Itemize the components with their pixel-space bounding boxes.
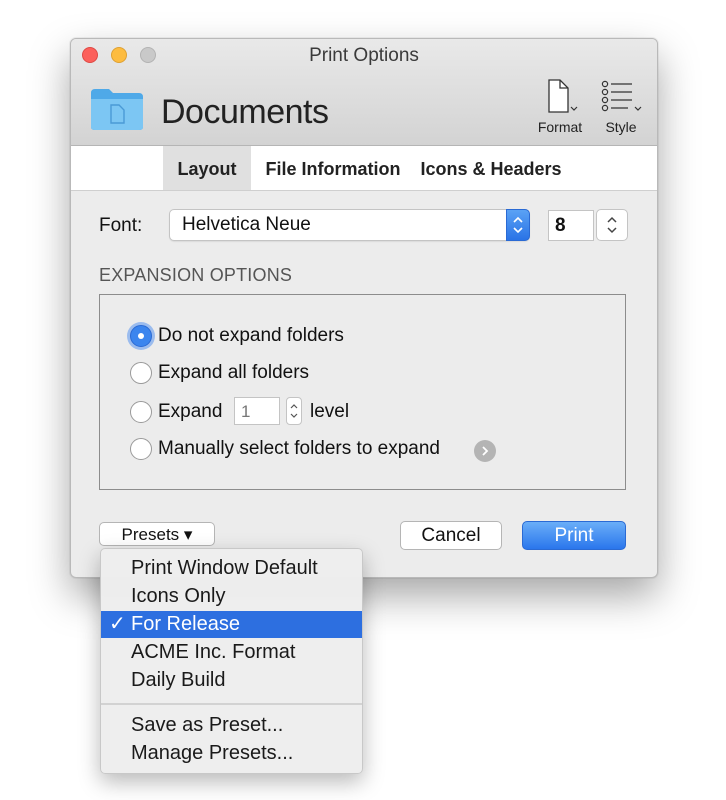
format-label: Format (537, 119, 583, 135)
presets-menu: Print Window Default Icons Only ✓ For Re… (100, 548, 363, 774)
expansion-options-box: Do not expand folders Expand all folders… (99, 294, 626, 490)
menu-item-label: Icons Only (131, 585, 226, 607)
menu-item-save-as-preset[interactable]: Save as Preset... (101, 712, 362, 739)
chevron-right-icon[interactable] (474, 440, 496, 462)
print-options-window: Print Options Documents Format Style Lay… (70, 38, 658, 578)
level-stepper[interactable] (286, 397, 302, 425)
expansion-options-heading: EXPANSION OPTIONS (99, 265, 293, 285)
menu-separator (101, 703, 362, 705)
stepper-arrows-icon (607, 216, 617, 234)
option-label: Expand (158, 401, 223, 422)
stepper-arrows-icon (290, 404, 298, 418)
menu-item-label: For Release (131, 613, 240, 635)
radio-unselected[interactable] (130, 401, 152, 423)
format-toolbar-button[interactable]: Format (533, 79, 587, 135)
presets-button[interactable]: Presets ▾ (99, 522, 215, 546)
menu-item-print-window-default[interactable]: Print Window Default (101, 555, 362, 582)
list-style-icon (601, 80, 642, 112)
tab-icons-headers[interactable]: Icons & Headers (415, 146, 567, 190)
page-icon (548, 79, 578, 113)
menu-item-for-release[interactable]: ✓ For Release (101, 611, 362, 638)
font-size-field[interactable]: 8 (548, 210, 594, 241)
level-input[interactable]: 1 (234, 397, 280, 425)
checkmark-icon: ✓ (109, 613, 126, 635)
tab-file-information[interactable]: File Information (259, 146, 407, 190)
font-size-value: 8 (555, 215, 566, 236)
select-arrows-icon (506, 209, 530, 241)
document-title: Documents (161, 93, 329, 131)
tab-bar: Layout File Information Icons & Headers (71, 146, 657, 191)
font-family-value: Helvetica Neue (182, 214, 311, 235)
option-label: Expand all folders (158, 362, 310, 383)
font-size-stepper[interactable] (596, 209, 628, 241)
tab-layout[interactable]: Layout (163, 146, 251, 190)
print-button[interactable]: Print (522, 521, 626, 550)
menu-item-label: Manage Presets... (131, 742, 294, 764)
option-label: Do not expand folders (158, 325, 344, 346)
menu-item-label: Daily Build (131, 669, 226, 691)
level-suffix-label: level (310, 401, 350, 422)
menu-item-acme-format[interactable]: ACME Inc. Format (101, 639, 362, 666)
folder-icon (91, 89, 143, 130)
menu-item-label: ACME Inc. Format (131, 641, 296, 663)
radio-selected[interactable] (130, 325, 152, 347)
menu-item-label: Save as Preset... (131, 714, 284, 736)
font-family-select[interactable]: Helvetica Neue (169, 209, 530, 241)
radio-unselected[interactable] (130, 438, 152, 460)
style-toolbar-button[interactable]: Style (597, 79, 645, 135)
style-label: Style (605, 119, 637, 135)
radio-unselected[interactable] (130, 362, 152, 384)
window-title: Print Options (309, 45, 419, 66)
menu-item-icons-only[interactable]: Icons Only (101, 583, 362, 610)
menu-item-daily-build[interactable]: Daily Build (101, 667, 362, 694)
cancel-button[interactable]: Cancel (400, 521, 502, 550)
title-bar: Print Options Documents Format Style (71, 39, 657, 146)
font-label: Font: (99, 215, 143, 236)
option-label: Manually select folders to expand (158, 438, 440, 459)
menu-item-label: Print Window Default (131, 557, 318, 579)
menu-item-manage-presets[interactable]: Manage Presets... (101, 740, 362, 767)
